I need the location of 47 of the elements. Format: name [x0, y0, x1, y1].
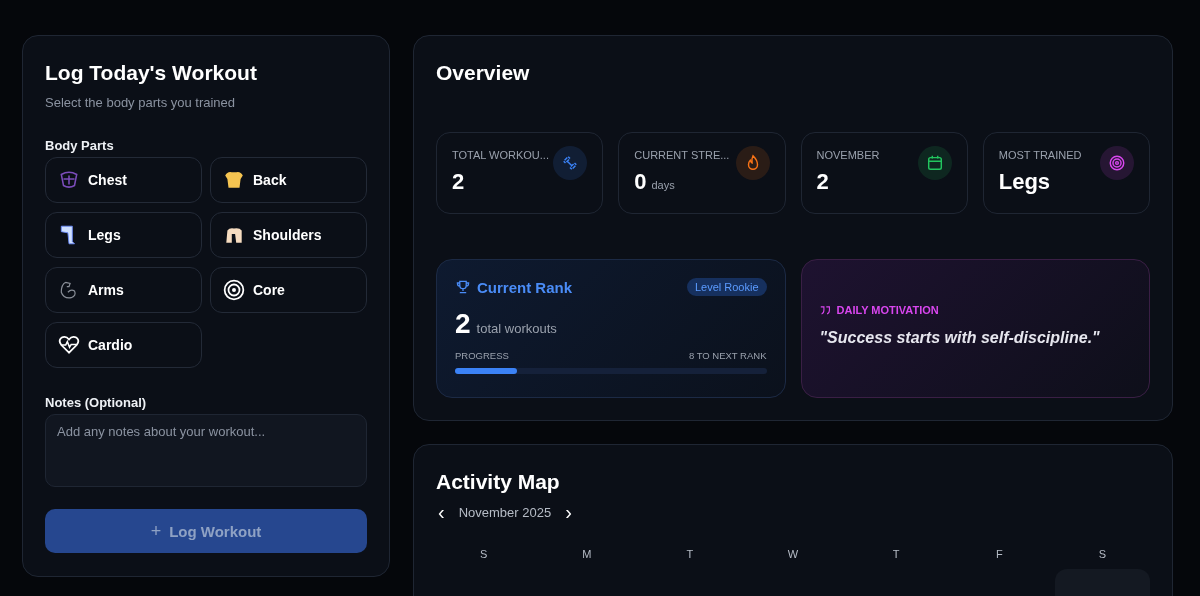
progress-label: PROGRESS — [455, 350, 509, 361]
weekday-label: S — [1097, 548, 1108, 560]
weekday-label: W — [786, 548, 800, 560]
weekday-label: T — [891, 548, 901, 560]
stat-label: CURRENT STRE... — [634, 149, 730, 161]
trophy-icon — [455, 279, 471, 295]
body-part-button[interactable]: Core — [210, 267, 367, 313]
stat-unit: days — [651, 179, 675, 191]
weekday-label: S — [478, 548, 489, 560]
section-label: Body Parts — [45, 138, 115, 153]
body-part-button[interactable]: Chest — [45, 157, 202, 203]
rank-value: 2 — [455, 308, 471, 340]
body-part-button[interactable]: Cardio — [45, 322, 202, 368]
rank-title: Current Rank — [477, 278, 574, 296]
panel-subtitle: Select the body parts you trained — [45, 95, 237, 110]
previous-month-button[interactable]: ‹ — [436, 503, 447, 521]
motivation-label: DAILY MOTIVATION — [836, 304, 939, 316]
next-rank-label: 8 TO NEXT RANK — [688, 350, 767, 361]
notes-label: Notes (Optional) — [45, 395, 148, 410]
heartbeat-icon — [58, 334, 80, 356]
stat-label: NOVEMBER — [816, 149, 880, 161]
panel-title: Log Today's Workout — [45, 60, 258, 86]
stat-label: TOTAL WORKOU... — [452, 149, 549, 161]
notes-field[interactable]: Add any notes about your workout... — [45, 414, 367, 487]
stat-value: 2 — [816, 169, 829, 195]
rank-value-label: total workouts — [476, 321, 557, 336]
panel-title: Overview — [436, 60, 531, 86]
weekday-label: M — [581, 548, 593, 560]
body-part-button[interactable]: Back — [210, 157, 367, 203]
back-icon — [223, 169, 245, 191]
panel-title: Activity Map — [436, 469, 561, 495]
level-badge: Level Rookie — [686, 278, 767, 296]
body-part-button[interactable]: Shoulders — [210, 212, 367, 258]
stat-label: MOST TRAINED — [998, 149, 1082, 161]
quote-icon — [819, 305, 831, 315]
month-label: November 2025 — [458, 504, 552, 520]
stat-value: Legs — [998, 169, 1051, 195]
weekday-label: F — [994, 548, 1004, 560]
next-month-button[interactable]: › — [563, 503, 574, 521]
stat-value: 0 — [634, 169, 647, 195]
body-part-button[interactable]: Legs — [45, 212, 202, 258]
body-part-button[interactable]: Arms — [45, 267, 202, 313]
torso-icon — [58, 169, 80, 191]
target-icon — [223, 279, 245, 301]
stat-value: 2 — [452, 169, 465, 195]
weekday-label: T — [685, 548, 695, 560]
motivation-quote: "Success starts with self-discipline." — [819, 329, 1101, 347]
